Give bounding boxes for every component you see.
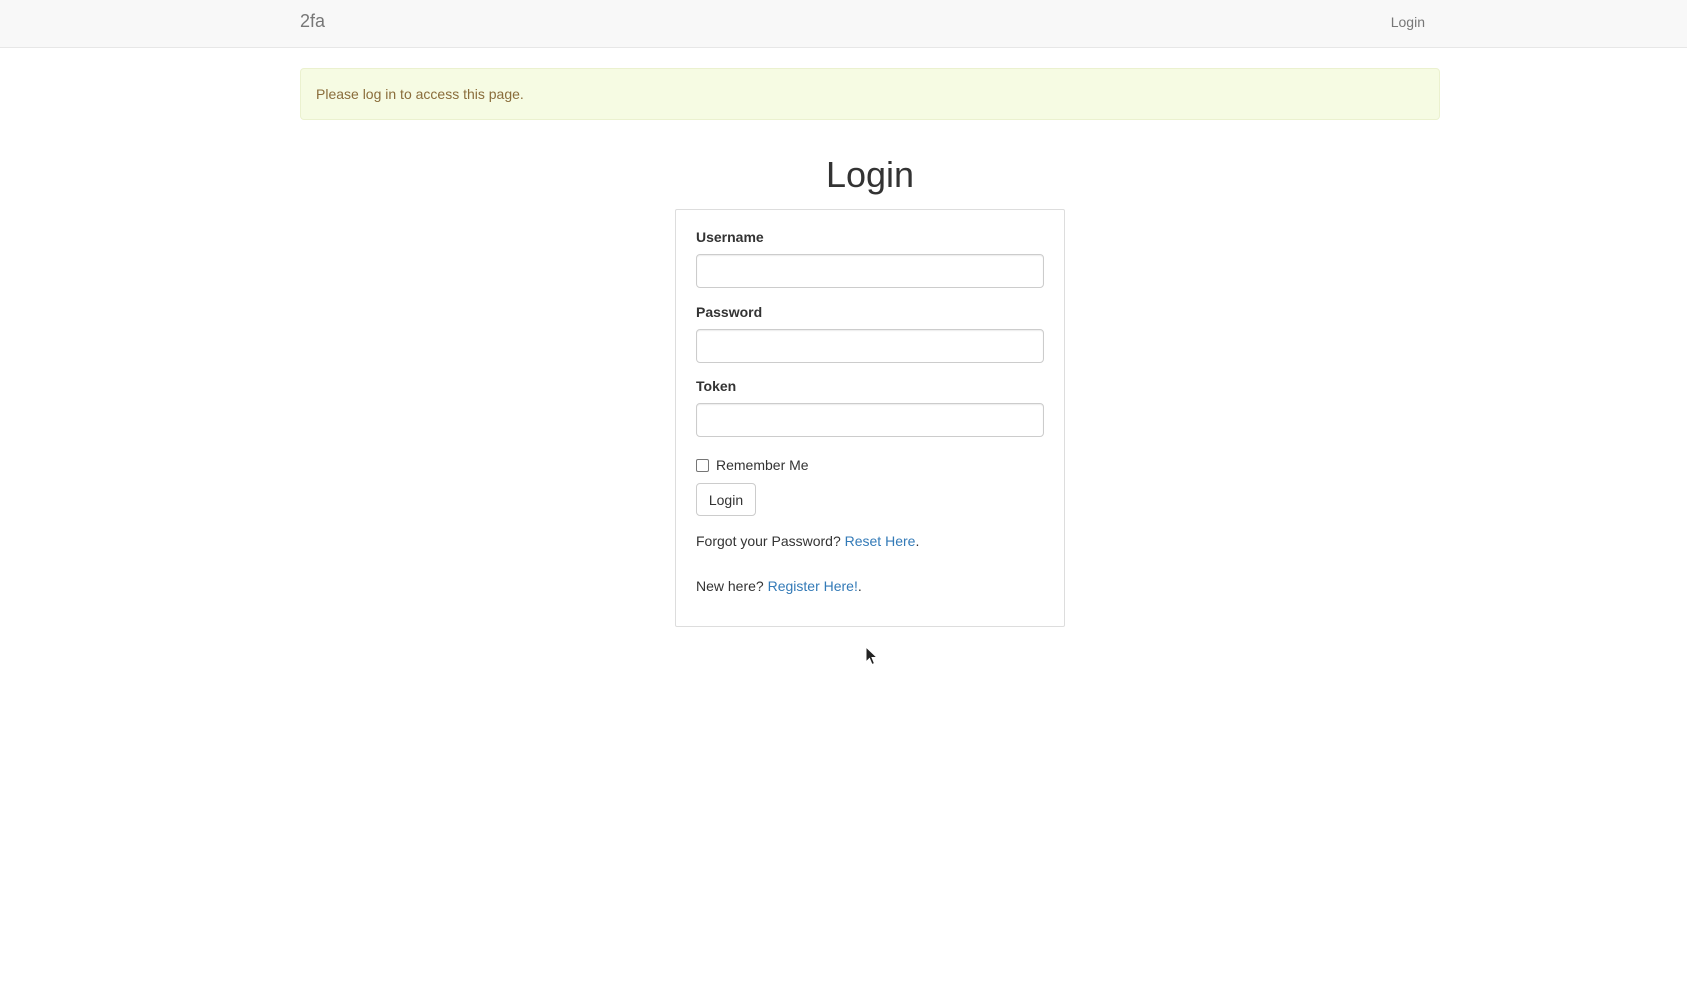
forgot-password-text: Forgot your Password? Reset Here. xyxy=(696,533,919,549)
register-prefix: New here? xyxy=(696,578,764,594)
mouse-pointer-icon xyxy=(865,646,879,666)
username-label: Username xyxy=(696,229,764,245)
login-required-alert: Please log in to access this page. xyxy=(300,68,1440,120)
register-suffix: . xyxy=(857,578,862,594)
top-navbar: 2fa Login xyxy=(0,0,1687,48)
nav-login-link[interactable]: Login xyxy=(1391,14,1425,30)
forgot-password-prefix: Forgot your Password? xyxy=(696,533,841,549)
register-text: New here? Register Here!. xyxy=(696,578,862,594)
remember-me-row[interactable]: Remember Me xyxy=(696,455,809,475)
page-title: Login xyxy=(825,154,915,195)
alert-message: Please log in to access this page. xyxy=(316,86,524,102)
forgot-password-suffix: . xyxy=(915,533,920,549)
remember-me-checkbox[interactable] xyxy=(696,458,709,472)
password-label: Password xyxy=(696,304,763,320)
login-submit-button[interactable]: Login xyxy=(696,483,756,516)
register-link[interactable]: Register Here! xyxy=(768,578,858,594)
token-label: Token xyxy=(696,378,737,394)
username-input[interactable] xyxy=(696,254,1044,288)
remember-me-label[interactable]: Remember Me xyxy=(716,457,809,473)
brand-link[interactable]: 2fa xyxy=(300,11,325,32)
password-input[interactable] xyxy=(696,329,1044,363)
reset-password-link[interactable]: Reset Here xyxy=(845,533,916,549)
token-input[interactable] xyxy=(696,403,1044,437)
login-form-panel: Username Password Token Remember Me Logi… xyxy=(675,209,1065,627)
